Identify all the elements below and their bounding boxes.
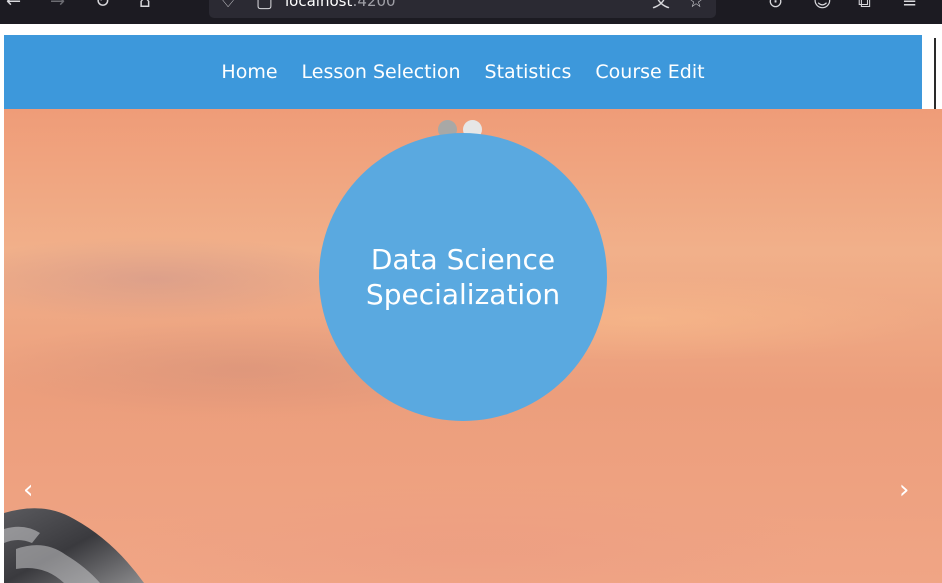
nav-statistics[interactable]: Statistics	[485, 61, 572, 83]
tracking-shield-icon[interactable]: ♡	[220, 0, 236, 12]
carousel-prev-button[interactable]: ‹	[23, 475, 33, 505]
account-icon[interactable]: ☺	[813, 0, 832, 12]
menu-icon[interactable]: ≡	[902, 0, 917, 12]
browser-toolbar: ← → ↻ ⌂ ♡ ▢ localhost:4200 文 ☆ ⊙ ☺ ⧉ ≡	[0, 0, 942, 24]
reload-icon[interactable]: ↻	[95, 0, 110, 12]
forward-arrow-icon[interactable]: →	[50, 0, 65, 12]
main-navbar: Home Lesson Selection Statistics Course …	[4, 35, 922, 109]
nav-lesson-selection[interactable]: Lesson Selection	[302, 61, 461, 83]
translate-icon[interactable]: 文	[652, 0, 670, 12]
home-icon[interactable]: ⌂	[139, 0, 150, 12]
nav-course-edit[interactable]: Course Edit	[595, 61, 704, 83]
back-arrow-icon[interactable]: ←	[6, 0, 21, 12]
slide-title-circle: Data Science Specialization	[319, 133, 607, 421]
url-text[interactable]: localhost:4200	[285, 0, 396, 10]
carousel-next-button[interactable]: ›	[899, 475, 909, 505]
page-icon[interactable]: ▢	[256, 0, 273, 12]
page-gutter	[922, 24, 942, 110]
bookmark-star-icon[interactable]: ☆	[688, 0, 704, 12]
hero-carousel: Data Science Specialization ‹ ›	[4, 109, 942, 583]
nav-home[interactable]: Home	[221, 61, 277, 83]
downloads-icon[interactable]: ⊙	[768, 0, 783, 12]
slide-title: Data Science Specialization	[365, 243, 561, 311]
scrollbar[interactable]	[934, 38, 936, 110]
extensions-icon[interactable]: ⧉	[858, 0, 871, 12]
